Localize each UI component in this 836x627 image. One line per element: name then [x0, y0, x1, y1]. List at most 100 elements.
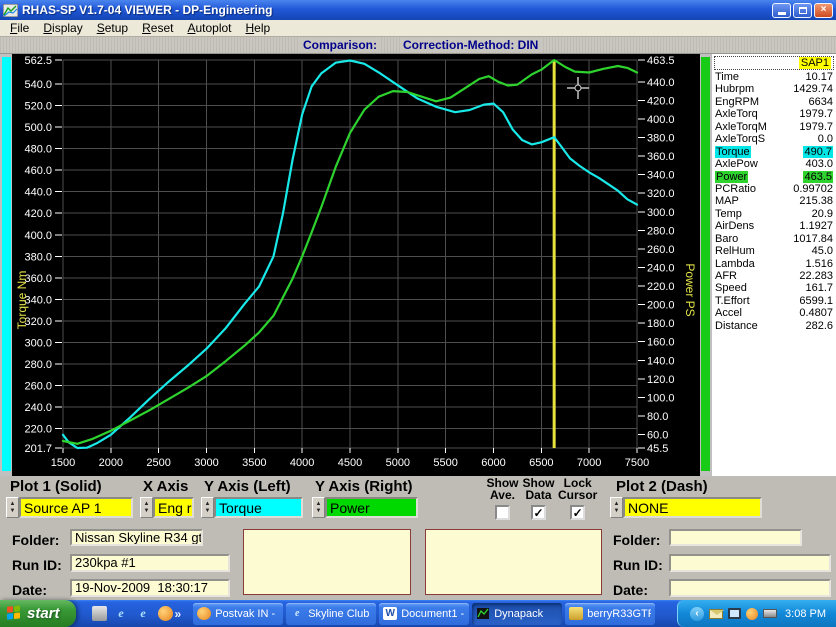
svg-text:380.0: 380.0 [24, 251, 52, 263]
task-button-skyline-club[interactable]: Skyline Club ... [286, 603, 376, 625]
dyno-chart[interactable]: 562.5540.0520.0500.0480.0460.0440.0420.0… [12, 54, 700, 476]
y-axis-left-value[interactable]: Torque [214, 497, 303, 518]
x-axis-value[interactable]: Eng rpm [153, 497, 194, 518]
y-axis-left-spinner[interactable]: ▲▼ [201, 497, 214, 518]
date-field-left[interactable]: 19-Nov-2009 18:30:17 [70, 579, 230, 597]
note-box-1[interactable] [243, 529, 411, 595]
svg-text:200.0: 200.0 [647, 300, 675, 312]
ie-icon [290, 607, 304, 620]
title-bar[interactable]: RHAS-SP V1.7-04 VIEWER - DP-Engineering … [0, 0, 836, 20]
task-button-document1[interactable]: Document1 - ... [379, 603, 469, 625]
menu-item-display[interactable]: Display [36, 20, 89, 36]
task-label: Document1 - ... [401, 608, 465, 620]
plot2-value[interactable]: NONE [623, 497, 762, 518]
svg-text:463.5: 463.5 [647, 55, 675, 67]
run-id-field-right[interactable] [669, 554, 831, 572]
menu-item-autoplot[interactable]: Autoplot [180, 20, 238, 36]
display-icon[interactable] [728, 608, 741, 619]
correction-method-label: Correction-Method: DIN [400, 38, 541, 52]
x-axis-spinner[interactable]: ▲▼ [140, 497, 153, 518]
svg-text:220.0: 220.0 [647, 281, 675, 293]
menu-item-file[interactable]: File [3, 20, 36, 36]
data-row-value: 490.7 [803, 146, 833, 158]
svg-text:220.0: 220.0 [24, 423, 52, 435]
svg-text:6500: 6500 [529, 457, 553, 469]
outlook-icon [197, 607, 211, 620]
plot1-value[interactable]: Source AP 1 [19, 497, 133, 518]
data-row-axletorqs: AxleTorqS0.0 [712, 133, 836, 145]
start-button[interactable]: start [0, 600, 76, 627]
run-id-field-left[interactable]: 230kpa #1 [70, 554, 230, 572]
data-row-value: 282.6 [805, 320, 833, 332]
data-row-label: Torque [715, 146, 751, 158]
svg-text:520.0: 520.0 [24, 101, 52, 113]
task-button-postvak-in[interactable]: Postvak IN - ... [193, 603, 283, 625]
app-icon [3, 4, 18, 17]
menu-item-help[interactable]: Help [239, 20, 278, 36]
chevron-icon[interactable] [690, 607, 704, 621]
start-label: start [27, 605, 60, 622]
task-label: Postvak IN - ... [215, 608, 279, 620]
date-field-right[interactable] [669, 579, 831, 597]
ie-icon[interactable] [136, 606, 151, 621]
data-row-value: 10.17 [805, 71, 833, 83]
checkbox-col-data: ShowData✓ [522, 477, 555, 520]
messenger-icon[interactable] [746, 608, 758, 620]
outlook-icon[interactable] [158, 606, 173, 621]
minimize-button[interactable] [772, 3, 791, 18]
y-axis-right-spinner[interactable]: ▲▼ [312, 497, 325, 518]
svg-text:380.0: 380.0 [647, 133, 675, 145]
data-row-label: AFR [715, 270, 737, 282]
plot2-spinner[interactable]: ▲▼ [610, 497, 623, 518]
menu-item-setup[interactable]: Setup [90, 20, 135, 36]
checkbox-ave[interactable] [495, 505, 510, 520]
checkbox-cursor[interactable]: ✓ [570, 505, 585, 520]
task-label: Dynapack [494, 608, 543, 620]
close-button[interactable]: × [814, 3, 833, 18]
data-row-distance: Distance282.6 [712, 320, 836, 332]
folder-field-left[interactable]: Nissan Skyline R34 gt2 [70, 529, 203, 546]
data-row-t-effort: T.Effort6599.1 [712, 295, 836, 307]
data-row-value: 0.0 [818, 133, 833, 145]
x-axis-label: X Axis [140, 478, 194, 497]
task-button-berryr33gtr[interactable]: berryR33GTR... [565, 603, 655, 625]
app-window: RHAS-SP V1.7-04 VIEWER - DP-Engineering … [0, 0, 836, 600]
checkbox-data[interactable]: ✓ [531, 505, 546, 520]
data-readout-panel: SAP1 Time10.17Hubrpm1429.74EngRPM6634Axl… [712, 54, 836, 476]
checkbox-col-cursor: LockCursor✓ [558, 477, 597, 520]
plot1-spinner[interactable]: ▲▼ [6, 497, 19, 518]
main-area: 562.5540.0520.0500.0480.0460.0440.0420.0… [0, 54, 836, 476]
checkbox-group: ShowAve.ShowData✓LockCursor✓ [486, 477, 597, 520]
windows-flag-icon [7, 605, 22, 622]
task-label: berryR33GTR... [587, 608, 651, 620]
printer-icon[interactable] [763, 609, 777, 618]
data-row-label: AxlePow [715, 158, 758, 170]
toolbar-strip: Comparison: Correction-Method: DIN [0, 37, 836, 54]
data-row-label: RelHum [715, 245, 755, 257]
svg-text:420.0: 420.0 [24, 208, 52, 220]
data-row-value: 215.38 [799, 195, 833, 207]
task-button-dynapack[interactable]: Dynapack [472, 603, 562, 625]
data-row-airdens: AirDens1.1927 [712, 220, 836, 232]
data-row-power: Power463.5 [712, 171, 836, 183]
ie-icon[interactable] [114, 606, 129, 621]
quick-launch-overflow-chevron[interactable]: » [175, 607, 182, 621]
svg-text:120.0: 120.0 [647, 374, 675, 386]
data-row-label: MAP [715, 195, 739, 207]
quick-launch [92, 606, 173, 621]
data-row-value: 161.7 [805, 282, 833, 294]
data-row-engrpm: EngRPM6634 [712, 96, 836, 108]
app-icon[interactable] [92, 606, 107, 621]
note-box-2[interactable] [425, 529, 602, 595]
svg-text:201.7: 201.7 [24, 443, 52, 455]
run-name-badge: SAP1 [799, 57, 831, 69]
data-row-pcratio: PCRatio0.99702 [712, 183, 836, 195]
svg-text:562.5: 562.5 [24, 55, 52, 67]
restore-button[interactable] [793, 3, 812, 18]
date-label-left: Date: [12, 582, 47, 598]
y-axis-right-value[interactable]: Power [325, 497, 418, 518]
chart-area[interactable]: 562.5540.0520.0500.0480.0460.0440.0420.0… [12, 54, 700, 476]
menu-item-reset[interactable]: Reset [135, 20, 180, 36]
folder-field-right[interactable] [669, 529, 802, 546]
mail-icon[interactable] [709, 609, 723, 619]
